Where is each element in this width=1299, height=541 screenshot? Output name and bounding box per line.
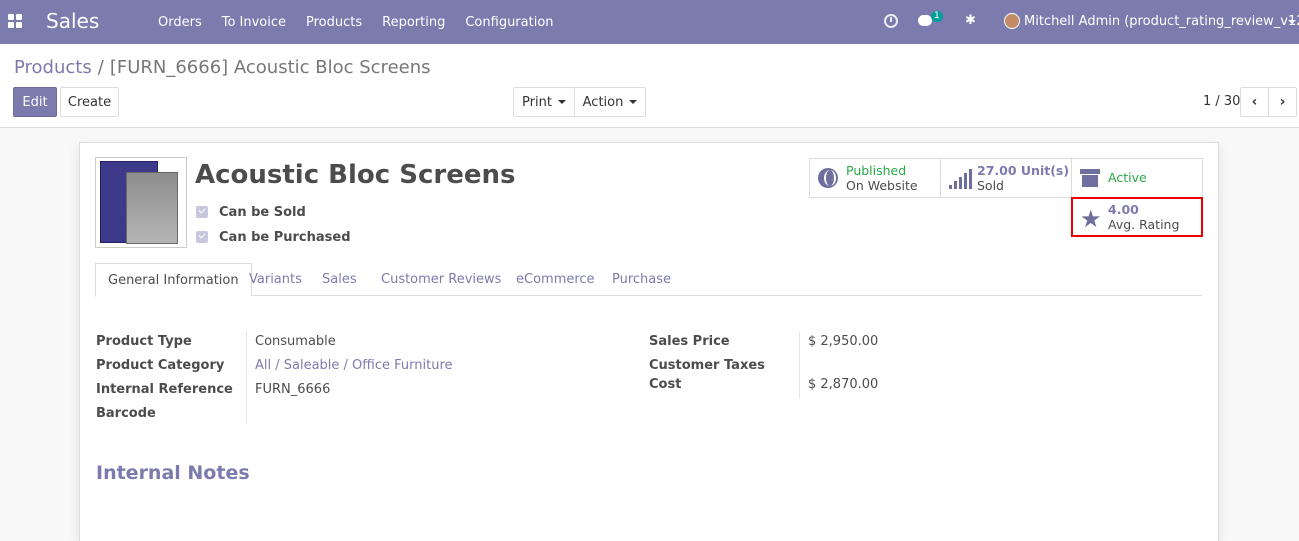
- tab-variants[interactable]: Variants: [237, 263, 314, 296]
- user-menu[interactable]: Mitchell Admin (product_rating_review_v1…: [1024, 14, 1299, 29]
- activity-clock-icon[interactable]: [884, 14, 898, 28]
- avg-rating-label: Avg. Rating: [1108, 217, 1180, 232]
- top-navbar: Sales Orders To Invoice Products Reporti…: [0, 0, 1299, 44]
- menu-item-products[interactable]: Products: [306, 15, 362, 30]
- can-be-sold-label: Can be Sold: [219, 205, 306, 220]
- product-name: Acoustic Bloc Screens: [195, 160, 516, 190]
- published-on-website-label: On Website: [846, 178, 918, 193]
- field-divider: [246, 332, 247, 424]
- avg-rating-value: 4.00: [1108, 202, 1139, 217]
- action-label: Action: [582, 94, 624, 110]
- can-be-purchased-label: Can be Purchased: [219, 230, 351, 245]
- breadcrumb-separator: /: [97, 57, 104, 78]
- tab-customer-reviews[interactable]: Customer Reviews: [369, 263, 513, 296]
- chevron-left-icon: ‹: [1251, 94, 1258, 110]
- pager-previous-button[interactable]: ‹: [1240, 87, 1269, 117]
- form-tabs: General Information Variants Sales Custo…: [95, 263, 1202, 297]
- avg-rating-smart-button[interactable]: ★ 4.00 Avg. Rating: [1071, 197, 1203, 237]
- can-be-purchased-checkbox[interactable]: [196, 231, 208, 243]
- tab-sales[interactable]: Sales: [310, 263, 369, 296]
- tab-ecommerce[interactable]: eCommerce: [504, 263, 607, 296]
- field-divider: [799, 332, 800, 399]
- customer-taxes-label: Customer Taxes: [649, 358, 765, 373]
- bar-chart-icon: [949, 169, 973, 189]
- product-category-label: Product Category: [96, 358, 225, 373]
- tab-purchase[interactable]: Purchase: [600, 263, 683, 296]
- product-type-value[interactable]: Consumable: [255, 334, 336, 349]
- product-type-label: Product Type: [96, 334, 192, 349]
- menu-item-configuration[interactable]: Configuration: [465, 15, 553, 30]
- sold-smart-button[interactable]: 27.00 Unit(s) Sold: [940, 158, 1072, 198]
- pager-next-button[interactable]: ›: [1268, 87, 1297, 117]
- active-smart-button[interactable]: Active: [1071, 158, 1203, 198]
- product-image-front-panel: [126, 172, 178, 244]
- bug-icon[interactable]: ✱: [965, 13, 977, 29]
- sold-label: Sold: [977, 178, 1004, 193]
- sold-quantity: 27.00 Unit(s): [977, 163, 1070, 178]
- published-smart-button[interactable]: Published On Website: [809, 158, 941, 198]
- chevron-right-icon: ›: [1279, 94, 1286, 110]
- caret-down-icon: [557, 100, 566, 104]
- menu-item-orders[interactable]: Orders: [158, 15, 202, 30]
- sales-price-value[interactable]: $ 2,950.00: [808, 334, 878, 349]
- cost-value[interactable]: $ 2,870.00: [808, 377, 878, 392]
- create-button[interactable]: Create: [60, 87, 119, 117]
- main-menu: Orders To Invoice Products Reporting Con…: [158, 0, 574, 44]
- chevron-down-icon[interactable]: [1288, 20, 1296, 24]
- can-be-sold-checkbox[interactable]: [196, 206, 208, 218]
- globe-icon: [818, 168, 838, 188]
- apps-menu-icon[interactable]: [8, 14, 22, 28]
- caret-down-icon: [629, 100, 638, 104]
- menu-item-reporting[interactable]: Reporting: [382, 15, 445, 30]
- tab-general-information[interactable]: General Information: [95, 263, 252, 297]
- product-image[interactable]: [95, 157, 187, 248]
- breadcrumb: Products / [FURN_6666] Acoustic Bloc Scree…: [14, 57, 431, 78]
- pager-value[interactable]: 1 / 30: [1203, 94, 1240, 109]
- sales-price-label: Sales Price: [649, 334, 730, 349]
- chat-count-badge: 1: [931, 11, 943, 22]
- cost-label: Cost: [649, 377, 682, 392]
- breadcrumb-products-link[interactable]: Products: [14, 57, 92, 78]
- avatar[interactable]: [1004, 13, 1020, 29]
- active-status: Active: [1108, 170, 1147, 185]
- published-status: Published: [846, 163, 907, 178]
- app-name[interactable]: Sales: [46, 9, 99, 33]
- barcode-label: Barcode: [96, 406, 156, 421]
- print-label: Print: [522, 94, 552, 110]
- edit-button[interactable]: Edit: [13, 87, 57, 117]
- menu-item-to-invoice[interactable]: To Invoice: [222, 15, 286, 30]
- archive-icon: [1080, 169, 1100, 187]
- internal-reference-label: Internal Reference: [96, 382, 233, 397]
- star-icon: ★: [1080, 205, 1102, 233]
- internal-reference-value[interactable]: FURN_6666: [255, 382, 330, 397]
- internal-notes-heading: Internal Notes: [96, 462, 250, 484]
- product-category-link[interactable]: All / Saleable / Office Furniture: [255, 358, 453, 373]
- breadcrumb-current: [FURN_6666] Acoustic Bloc Screens: [109, 57, 431, 78]
- action-dropdown-button[interactable]: Action: [574, 87, 646, 117]
- chat-icon[interactable]: [918, 15, 932, 26]
- print-dropdown-button[interactable]: Print: [513, 87, 575, 117]
